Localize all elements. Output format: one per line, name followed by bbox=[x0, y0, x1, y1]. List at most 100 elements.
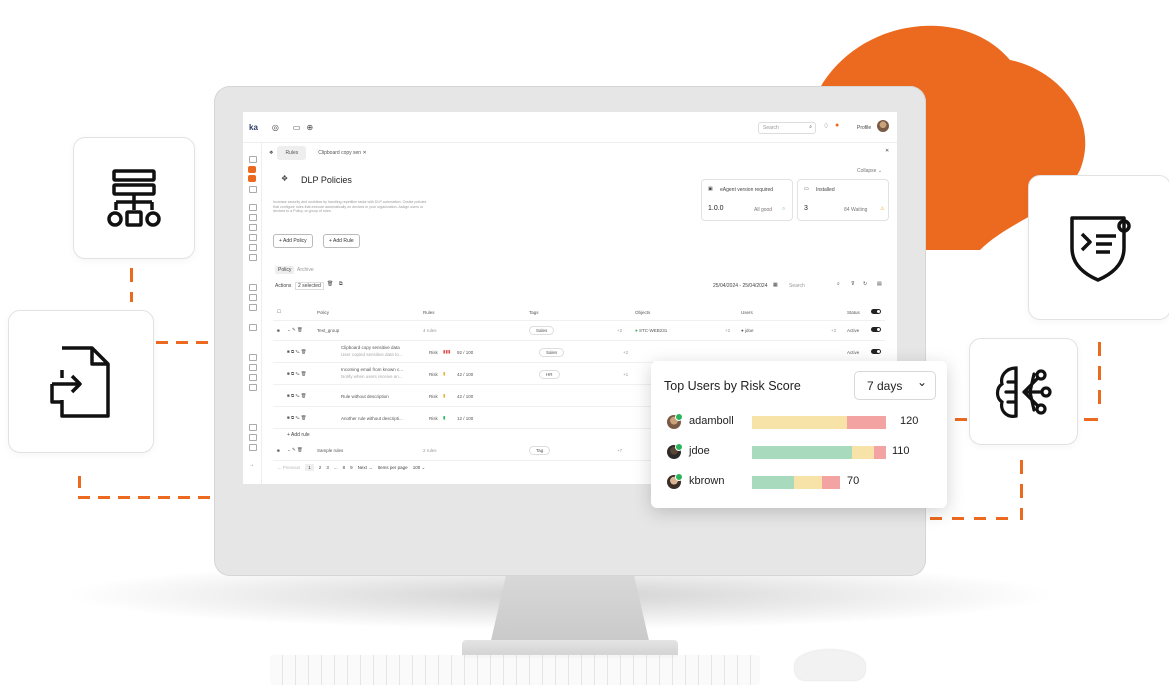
next-label: Next bbox=[357, 465, 367, 470]
row-actions[interactable]: ■ ⧉ ✎ 🗑 bbox=[287, 393, 307, 399]
header-rules[interactable]: Rules bbox=[423, 310, 435, 315]
tag-chip[interactable]: HR bbox=[539, 369, 560, 379]
chevron-down-icon: ⌄ bbox=[917, 375, 928, 389]
copy-icon[interactable]: ⧉ bbox=[339, 281, 343, 287]
row-checkbox[interactable]: ■ bbox=[277, 448, 280, 453]
sidebar-item[interactable] bbox=[249, 254, 257, 261]
calendar-icon[interactable]: ▦ bbox=[773, 282, 778, 288]
sidebar-item[interactable] bbox=[249, 354, 257, 361]
collapse-button[interactable]: Collapse ⌄ bbox=[857, 168, 882, 174]
status-toggle[interactable] bbox=[871, 327, 881, 332]
sidebar-item[interactable] bbox=[249, 374, 257, 381]
add-rule-button[interactable]: + Add Rule bbox=[323, 234, 360, 248]
sidebar-item[interactable] bbox=[249, 364, 257, 371]
status-toggle[interactable] bbox=[871, 349, 881, 354]
table-search[interactable]: Search bbox=[789, 283, 805, 289]
period-select[interactable]: 7 days ⌄ bbox=[854, 371, 936, 400]
sidebar-item[interactable] bbox=[249, 294, 257, 301]
delete-icon[interactable]: 🗑 bbox=[327, 281, 333, 287]
sidebar-item[interactable] bbox=[249, 284, 257, 291]
subtab-archive[interactable]: Archive bbox=[297, 267, 314, 273]
expand-icon[interactable]: ⌄ ✎ 🗑 bbox=[287, 447, 303, 453]
refresh-icon[interactable]: ↻ bbox=[863, 281, 867, 287]
table-row[interactable]: ■ ⌄ ✎ 🗑 Test_group 4 rules Sales +2 ● ST… bbox=[273, 320, 885, 341]
date-range[interactable]: 25/04/2024 - 25/04/2024 bbox=[713, 283, 768, 289]
risk-bar bbox=[752, 416, 886, 429]
selected-badge[interactable]: 2 selected bbox=[295, 282, 324, 290]
status-toggle[interactable] bbox=[871, 309, 881, 314]
sidebar-item[interactable] bbox=[248, 175, 256, 182]
row-actions[interactable]: ■ ⧉ ✎ 🗑 bbox=[287, 415, 307, 421]
sidebar-item[interactable] bbox=[249, 224, 257, 231]
sidebar-item-active[interactable] bbox=[248, 166, 256, 173]
user-row[interactable]: jdoe 110 bbox=[665, 443, 935, 460]
connector-line bbox=[78, 476, 81, 488]
row-checkbox[interactable]: ■ bbox=[277, 328, 280, 333]
keyboard bbox=[270, 655, 760, 685]
header-users[interactable]: Users bbox=[741, 310, 753, 315]
rule-name: Incoming email from known c... bbox=[341, 367, 404, 372]
page-1[interactable]: 1 bbox=[305, 464, 314, 471]
sidebar-item[interactable] bbox=[249, 204, 257, 211]
tab-clipboard[interactable]: Clipboard copy sen ✕ bbox=[310, 146, 374, 160]
page-3[interactable]: 3 bbox=[326, 465, 329, 470]
sidebar-item[interactable] bbox=[249, 434, 257, 441]
profile-avatar[interactable] bbox=[877, 120, 889, 132]
search-icon[interactable]: ⌕ bbox=[837, 281, 840, 287]
expand-icon[interactable]: ⌄ ✎ 🗑 bbox=[287, 327, 303, 333]
items-per-page-select[interactable]: 100 ⌄ bbox=[413, 465, 426, 471]
page-2[interactable]: 2 bbox=[319, 465, 322, 470]
header-tags[interactable]: Tags bbox=[529, 310, 539, 315]
sidebar-item[interactable] bbox=[249, 234, 257, 241]
sidebar-item[interactable] bbox=[249, 156, 257, 163]
sidebar-item[interactable] bbox=[249, 244, 257, 251]
subtab-policy[interactable]: Policy bbox=[275, 266, 295, 274]
sidebar-item[interactable] bbox=[249, 186, 257, 193]
app-logo[interactable]: ka bbox=[249, 123, 258, 132]
add-rule-link[interactable]: + Add rule bbox=[287, 432, 310, 438]
eye-icon[interactable]: ◎ bbox=[272, 123, 279, 132]
tag-chip[interactable]: Sales bbox=[539, 347, 565, 357]
close-tab-icon[interactable]: ✕ bbox=[362, 150, 366, 156]
file-export-icon bbox=[50, 345, 110, 418]
previous-button[interactable]: ← Previous bbox=[277, 465, 300, 470]
sidebar-item[interactable] bbox=[249, 324, 257, 331]
header-policy[interactable]: Policy bbox=[317, 310, 329, 315]
user-row[interactable]: kbrown 70 bbox=[665, 473, 935, 490]
sidebar-item[interactable] bbox=[249, 304, 257, 311]
page-9[interactable]: 9 bbox=[350, 465, 353, 470]
filter-icon[interactable]: ⊽ bbox=[851, 281, 855, 287]
monitor-icon[interactable]: ▭ bbox=[293, 123, 301, 132]
row-actions[interactable]: ■ ⧉ ✎ 🗑 bbox=[287, 349, 307, 355]
page-8[interactable]: 8 bbox=[343, 465, 346, 470]
header-objects[interactable]: Objects bbox=[635, 310, 650, 315]
tag-chip[interactable]: Sales bbox=[529, 325, 555, 335]
sidebar-item[interactable] bbox=[249, 214, 257, 221]
columns-icon[interactable]: ▤ bbox=[877, 281, 882, 287]
user-row[interactable]: adamboll 120 bbox=[665, 413, 935, 430]
table-row[interactable]: ■ ⧉ ✎ 🗑 Clipboard copy sensitive data Us… bbox=[273, 342, 885, 363]
sidebar-item[interactable] bbox=[249, 384, 257, 391]
header-status[interactable]: Status bbox=[847, 310, 860, 315]
add-policy-button[interactable]: + Add Policy bbox=[273, 234, 313, 248]
bell-icon[interactable]: ♢ bbox=[823, 122, 829, 130]
tab-rules[interactable]: Rules bbox=[277, 146, 307, 160]
online-indicator bbox=[675, 443, 683, 451]
profile-label[interactable]: Profile bbox=[857, 125, 871, 131]
globe-icon[interactable]: ⊕ bbox=[306, 123, 313, 132]
notification-icon[interactable]: ● bbox=[835, 122, 839, 129]
connector-line bbox=[1020, 460, 1023, 474]
search-input[interactable]: Search ⌕ bbox=[758, 122, 816, 134]
expand-icon[interactable]: → bbox=[249, 462, 254, 468]
risk-bar bbox=[752, 446, 886, 459]
row-actions[interactable]: ■ ⧉ ✎ 🗑 bbox=[287, 371, 307, 377]
tag-chip[interactable]: Tag bbox=[529, 445, 551, 455]
next-button[interactable]: Next → bbox=[358, 465, 373, 470]
installed-card: ▭ Installed 3 84 Waiting ⚠ bbox=[797, 179, 889, 221]
sidebar-item[interactable] bbox=[249, 444, 257, 451]
select-all-checkbox[interactable]: ☐ bbox=[277, 309, 281, 315]
brain-circuit-icon bbox=[995, 365, 1052, 418]
close-icon[interactable]: ✕ bbox=[885, 148, 889, 154]
connector-line bbox=[930, 517, 942, 520]
sidebar-item[interactable] bbox=[249, 424, 257, 431]
